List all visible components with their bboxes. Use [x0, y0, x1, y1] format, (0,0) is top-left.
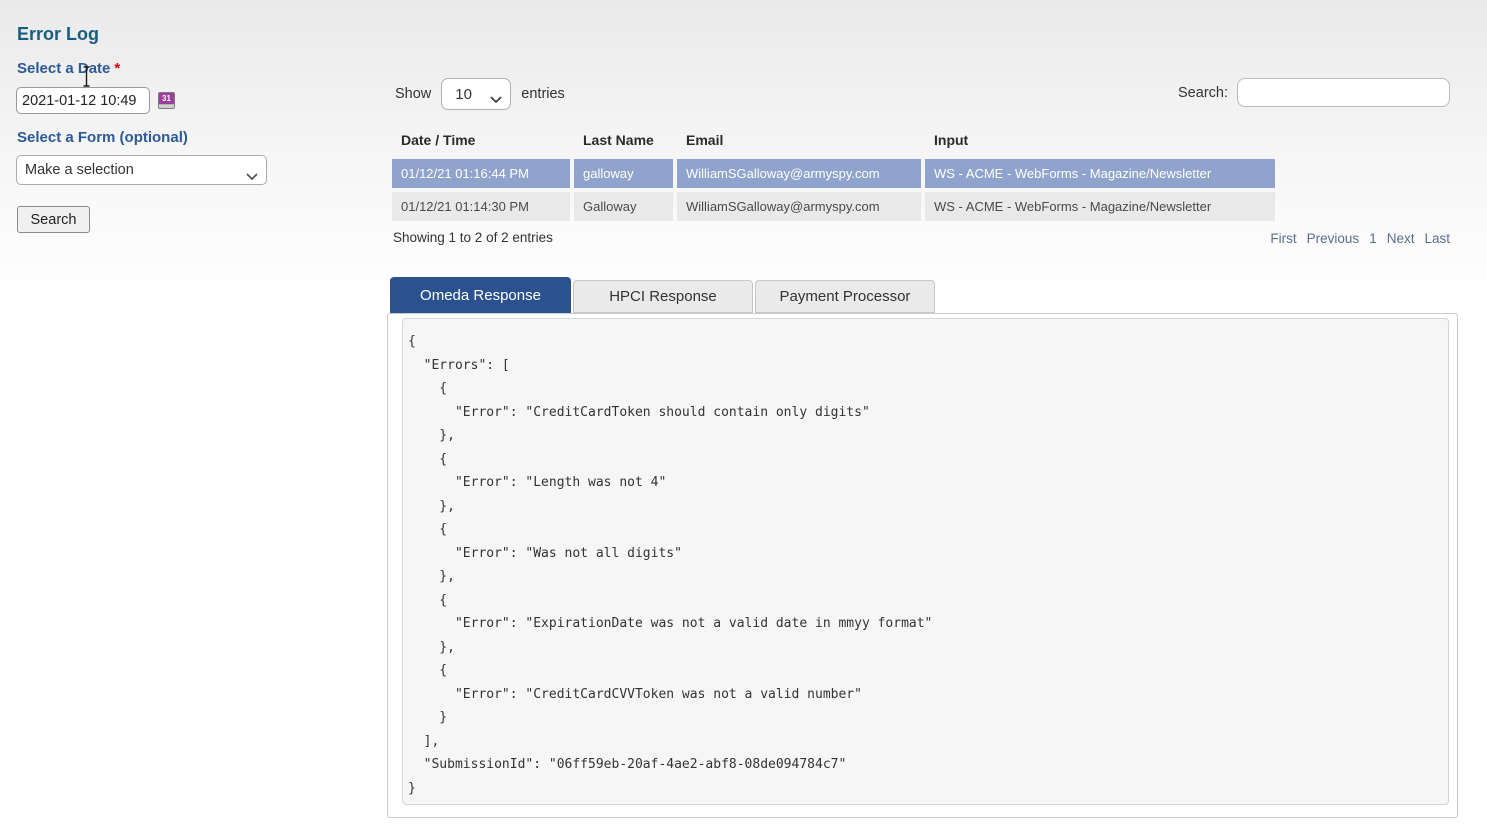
- form-field-label: Select a Form (optional): [17, 129, 188, 146]
- row2-cell-input[interactable]: WS - ACME - WebForms - Magazine/Newslett…: [925, 192, 1275, 221]
- pagination-first[interactable]: First: [1270, 231, 1296, 246]
- column-header-input[interactable]: Input: [925, 127, 1275, 155]
- page-size-select-control[interactable]: 10: [441, 78, 511, 110]
- column-header-last-name[interactable]: Last Name: [574, 127, 673, 155]
- form-select[interactable]: Make a selection: [16, 155, 267, 185]
- tab-omeda-response[interactable]: Omeda Response: [390, 277, 571, 313]
- page-size-select[interactable]: 10: [441, 78, 511, 110]
- row1-cell-email[interactable]: WilliamSGalloway@armyspy.com: [677, 159, 921, 188]
- row1-cell-input[interactable]: WS - ACME - WebForms - Magazine/Newslett…: [925, 159, 1275, 188]
- tab-payment-processor[interactable]: Payment Processor: [755, 280, 935, 313]
- column-header-email[interactable]: Email: [677, 127, 921, 155]
- row2-cell-date-time[interactable]: 01/12/21 01:14:30 PM: [392, 192, 570, 221]
- calendar-icon-day: 31: [159, 93, 174, 104]
- row1-cell-date-time[interactable]: 01/12/21 01:16:44 PM: [392, 159, 570, 188]
- calendar-icon-base: [159, 104, 174, 108]
- pagination-next[interactable]: Next: [1387, 231, 1415, 246]
- table-search-control: Search:: [1178, 78, 1450, 107]
- results-table: Date / Time Last Name Email Input 01/12/…: [392, 127, 1275, 221]
- column-header-date-time[interactable]: Date / Time: [392, 127, 570, 155]
- row2-cell-email[interactable]: WilliamSGalloway@armyspy.com: [677, 192, 921, 221]
- tab-hpci-response[interactable]: HPCI Response: [573, 280, 753, 313]
- form-select-control[interactable]: Make a selection: [16, 155, 267, 185]
- page-title: Error Log: [17, 24, 99, 45]
- row2-cell-last-name[interactable]: Galloway: [574, 192, 673, 221]
- date-input[interactable]: [16, 87, 150, 114]
- calendar-icon[interactable]: 31: [158, 92, 175, 109]
- show-label: Show: [395, 86, 431, 102]
- response-tabs: Omeda Response HPCI Response Payment Pro…: [390, 277, 935, 313]
- pagination: First Previous 1 Next Last: [1270, 231, 1450, 246]
- entries-label: entries: [521, 86, 565, 102]
- pagination-last[interactable]: Last: [1424, 231, 1450, 246]
- pagination-previous[interactable]: Previous: [1307, 231, 1360, 246]
- table-info: Showing 1 to 2 of 2 entries: [393, 230, 553, 245]
- row1-cell-last-name[interactable]: galloway: [574, 159, 673, 188]
- table-length-control: Show 10 entries: [395, 78, 565, 110]
- required-asterisk: *: [114, 60, 120, 77]
- table-search-label: Search:: [1178, 85, 1228, 101]
- search-button[interactable]: Search: [17, 206, 90, 233]
- table-search-input[interactable]: [1237, 78, 1450, 107]
- pagination-page-1[interactable]: 1: [1369, 231, 1377, 246]
- response-json-panel: { "Errors": [ { "Error": "CreditCardToke…: [402, 318, 1449, 805]
- date-field-label: Select a Date*: [17, 60, 120, 77]
- date-label-text: Select a Date: [17, 60, 110, 77]
- response-json-text: { "Errors": [ { "Error": "CreditCardToke…: [403, 319, 1448, 800]
